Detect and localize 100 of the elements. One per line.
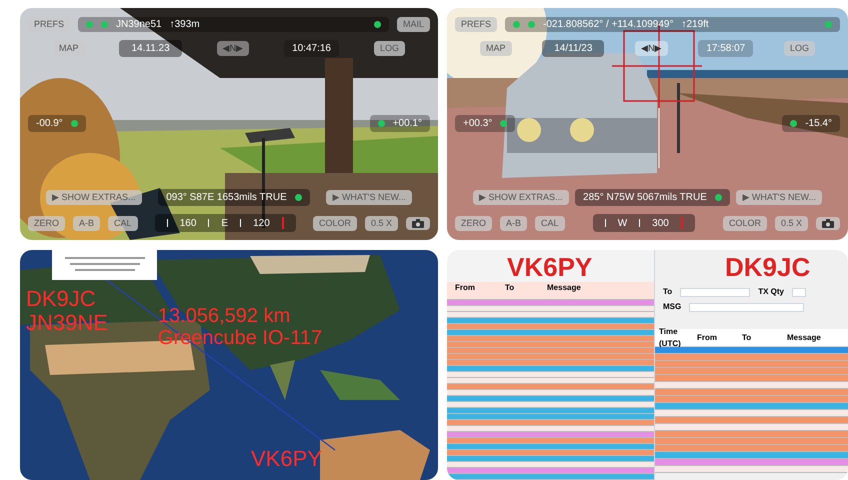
show-extras-button[interactable]: ▶ SHOW EXTRAS... bbox=[46, 190, 142, 205]
compass-label: 300 bbox=[652, 216, 669, 230]
table-row[interactable] bbox=[447, 402, 654, 408]
table-row[interactable] bbox=[655, 347, 848, 354]
table-row[interactable] bbox=[655, 452, 848, 459]
table-row[interactable] bbox=[447, 474, 654, 480]
hud-button[interactable]: A-B bbox=[73, 216, 100, 230]
status-dot-icon bbox=[374, 21, 381, 28]
compass-label: 160 bbox=[180, 216, 196, 230]
table-row[interactable] bbox=[655, 375, 848, 382]
camera-icon bbox=[822, 218, 834, 228]
table-row[interactable] bbox=[655, 396, 848, 403]
table-row[interactable] bbox=[447, 414, 654, 420]
table-row[interactable] bbox=[447, 360, 654, 366]
table-row[interactable] bbox=[447, 330, 654, 336]
hud-button[interactable]: A-B bbox=[500, 216, 528, 230]
log-button[interactable]: LOG bbox=[784, 41, 815, 56]
status-dot-icon bbox=[294, 194, 302, 201]
status-dot-icon bbox=[790, 120, 798, 126]
hud-button[interactable]: CAL bbox=[535, 216, 565, 230]
table-row[interactable] bbox=[655, 459, 848, 466]
whats-new-button[interactable]: ▶ WHAT'S NEW... bbox=[326, 190, 412, 205]
table-row[interactable] bbox=[447, 294, 654, 300]
table-row[interactable] bbox=[447, 432, 654, 438]
hud-button[interactable]: ZERO bbox=[28, 216, 66, 230]
camera-button[interactable] bbox=[406, 216, 430, 230]
tx-qty-field[interactable] bbox=[792, 288, 806, 296]
altitude-text: ↑219ft bbox=[681, 18, 709, 32]
altitude-text: ↑393m bbox=[170, 18, 200, 32]
table-row[interactable] bbox=[447, 372, 654, 378]
column-header[interactable]: Message bbox=[787, 332, 847, 344]
message-field[interactable] bbox=[689, 302, 804, 312]
tilt-text: +00.1° bbox=[392, 116, 422, 130]
column-header[interactable]: To bbox=[497, 282, 547, 294]
map-button[interactable]: MAP bbox=[480, 41, 512, 56]
table-row[interactable] bbox=[655, 410, 848, 417]
table-row[interactable] bbox=[447, 462, 654, 468]
mail-button[interactable]: MAIL bbox=[396, 17, 430, 32]
compass-label: E bbox=[221, 216, 228, 230]
whats-new-button[interactable]: ▶ WHAT'S NEW... bbox=[736, 190, 822, 205]
table-row[interactable] bbox=[447, 420, 654, 426]
table-row[interactable] bbox=[447, 354, 654, 360]
show-extras-button[interactable]: ▶ SHOW EXTRAS... bbox=[473, 190, 569, 205]
status-dot-icon bbox=[528, 21, 536, 28]
table-row[interactable] bbox=[655, 424, 848, 431]
hud-button[interactable]: ZERO bbox=[455, 216, 492, 230]
tx-qty-label: TX Qty bbox=[758, 286, 784, 298]
column-header[interactable]: To bbox=[742, 332, 787, 344]
table-row[interactable] bbox=[447, 456, 654, 462]
column-header[interactable]: From bbox=[447, 282, 497, 294]
table-row[interactable] bbox=[447, 468, 654, 474]
table-row[interactable] bbox=[447, 444, 654, 450]
map-button[interactable]: MAP bbox=[53, 41, 85, 56]
table-row[interactable] bbox=[447, 324, 654, 330]
time-text: 17:58:07 bbox=[698, 40, 754, 57]
table-row[interactable] bbox=[447, 426, 654, 432]
table-row[interactable] bbox=[447, 366, 654, 372]
table-row[interactable] bbox=[655, 403, 848, 410]
prefs-button[interactable]: PREFS bbox=[28, 17, 70, 32]
log-button[interactable]: LOG bbox=[374, 41, 405, 56]
table-row[interactable] bbox=[447, 342, 654, 348]
table-row[interactable] bbox=[655, 431, 848, 438]
column-header[interactable]: From bbox=[697, 332, 742, 344]
table-row[interactable] bbox=[655, 382, 848, 389]
to-field[interactable] bbox=[680, 288, 750, 296]
camera-icon bbox=[412, 218, 424, 228]
hud-button[interactable]: COLOR bbox=[722, 216, 767, 230]
table-row[interactable] bbox=[655, 417, 848, 424]
status-dot-icon bbox=[500, 120, 508, 126]
table-row[interactable] bbox=[655, 438, 848, 445]
table-row[interactable] bbox=[447, 408, 654, 414]
table-row[interactable] bbox=[447, 390, 654, 396]
table-row[interactable] bbox=[655, 466, 848, 473]
table-row[interactable] bbox=[655, 354, 848, 361]
table-row[interactable] bbox=[447, 378, 654, 384]
table-row[interactable] bbox=[447, 306, 654, 312]
table-row[interactable] bbox=[447, 312, 654, 318]
table-row[interactable] bbox=[655, 361, 848, 368]
table-row[interactable] bbox=[655, 368, 848, 375]
direction-button[interactable]: ◀N▶ bbox=[216, 40, 250, 56]
callsign-label: DK9JC bbox=[725, 254, 810, 280]
table-row[interactable] bbox=[655, 445, 848, 452]
camera-button[interactable] bbox=[816, 216, 840, 230]
table-row[interactable] bbox=[447, 300, 654, 306]
table-row[interactable] bbox=[447, 336, 654, 342]
table-row[interactable] bbox=[447, 348, 654, 354]
hud-button[interactable]: CAL bbox=[108, 216, 138, 230]
table-row[interactable] bbox=[447, 384, 654, 390]
hud-button[interactable]: COLOR bbox=[312, 216, 357, 230]
distance-label: 13.056,592 km bbox=[158, 306, 292, 326]
table-row[interactable] bbox=[447, 450, 654, 456]
table-row[interactable] bbox=[655, 389, 848, 396]
status-dot-icon bbox=[714, 194, 722, 201]
column-header[interactable]: Time (UTC) bbox=[655, 326, 697, 350]
prefs-button[interactable]: PREFS bbox=[455, 17, 498, 32]
table-row[interactable] bbox=[447, 318, 654, 324]
table-row[interactable] bbox=[447, 438, 654, 444]
table-row[interactable] bbox=[447, 396, 654, 402]
column-header[interactable]: Message bbox=[547, 282, 637, 294]
status-dot-icon bbox=[378, 120, 385, 126]
